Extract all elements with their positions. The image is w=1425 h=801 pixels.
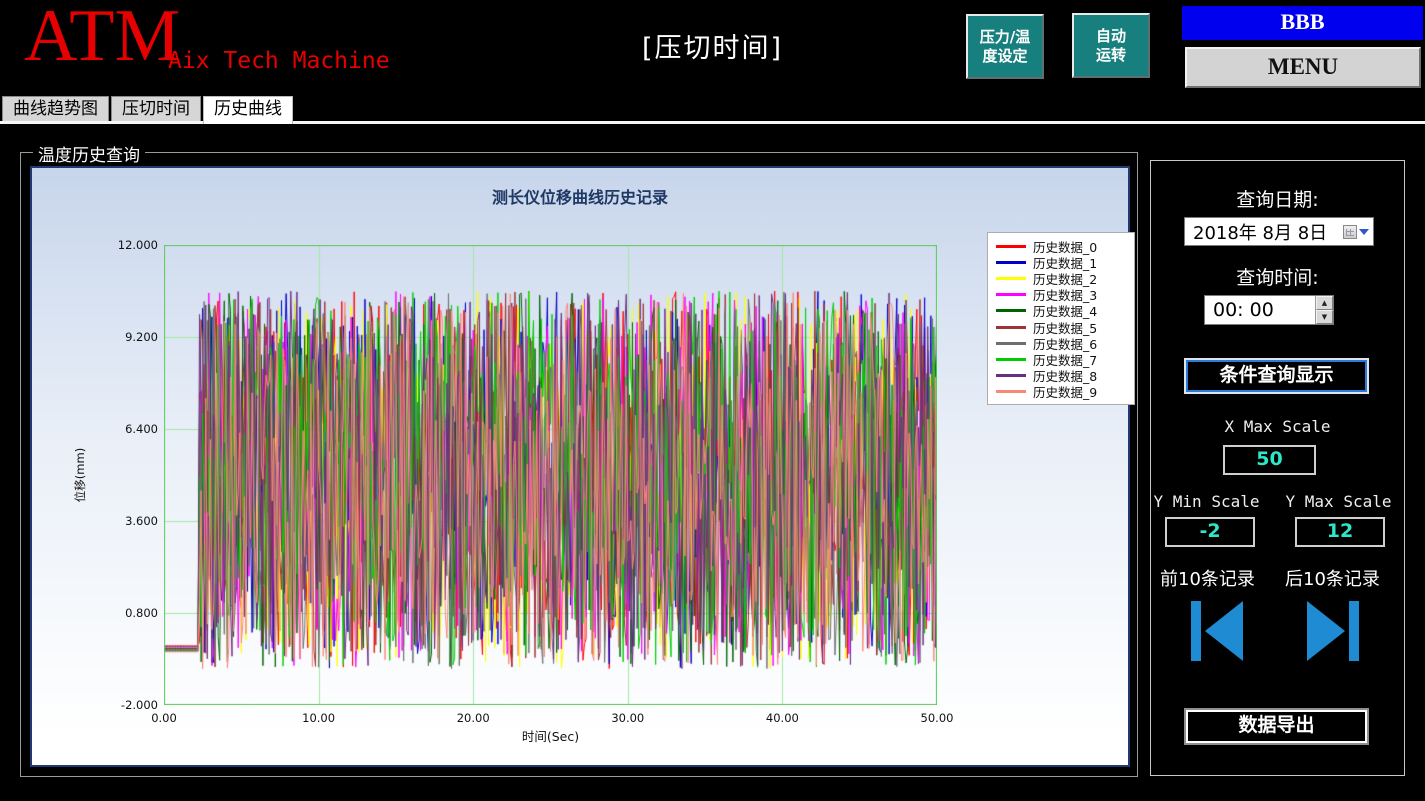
chart-title: 测长仪位移曲线历史记录 (491, 188, 668, 207)
date-value: 2018年 8月 8日 (1193, 222, 1328, 244)
auto-run-line2: 运转 (1095, 45, 1126, 64)
time-spinner: ▲ ▼ (1315, 296, 1333, 324)
calendar-icon (1343, 224, 1357, 239)
x-tick-label: 40.00 (765, 711, 799, 725)
legend-item: 历史数据_5 (996, 319, 1128, 336)
legend-item: 历史数据_6 (996, 335, 1128, 352)
next-records-label: 后10条记录 (1285, 569, 1380, 590)
x-max-scale-label: X Max Scale (1224, 417, 1331, 436)
tab-2[interactable]: 历史曲线 (203, 96, 293, 124)
legend-item: 历史数据_0 (996, 238, 1128, 255)
next-records-button[interactable] (1301, 599, 1363, 663)
legend-line-swatch (996, 276, 1026, 280)
legend-line-swatch (996, 341, 1026, 345)
calendar-dropdown-icon[interactable] (1359, 228, 1369, 235)
y-axis-label: 位移(mm) (73, 447, 87, 503)
x-tick-label: 0.00 (151, 711, 177, 725)
y-min-scale-field[interactable]: -2 (1165, 517, 1255, 547)
data-export-button[interactable]: 数据导出 (1184, 708, 1369, 745)
groupbox-title: 温度历史查询 (33, 141, 145, 166)
legend-line-swatch (996, 325, 1026, 329)
auto-run-line1: 自动 (1095, 26, 1126, 45)
x-tick-label: 20.00 (456, 711, 490, 725)
screen: ATM Aix Tech Machine [压切时间] 压力/温 度设定 自动 … (0, 0, 1425, 801)
chart-panel: 测长仪位移曲线历史记录 12.000 9.200 6.400 3.600 0.800 -2… (30, 166, 1135, 767)
pressure-temp-settings-button[interactable]: 压力/温 度设定 (966, 14, 1044, 79)
y-tick-label: 9.200 (125, 330, 158, 344)
y-tick-label: -2.000 (120, 698, 158, 712)
y-tick-label: 0.800 (125, 606, 158, 620)
query-side-panel: 查询日期: 2018年 8月 8日 查询时间: 00: 00 ▲ ▼ 条件查询显… (1150, 160, 1405, 776)
prev-records-label: 前10条记录 (1160, 569, 1255, 590)
tab-bar: 曲线趋势图 压切时间 历史曲线 (2, 96, 295, 124)
query-date-label: 查询日期: (1236, 189, 1319, 211)
auto-run-button[interactable]: 自动 运转 (1072, 13, 1150, 78)
x-tick-label: 30.00 (611, 711, 645, 725)
prev-records-button[interactable] (1187, 599, 1249, 663)
y-tick-label: 3.600 (125, 514, 158, 528)
menu-button[interactable]: MENU (1185, 47, 1421, 88)
y-max-scale-label: Y Max Scale (1285, 492, 1392, 511)
legend-item: 历史数据_7 (996, 351, 1128, 368)
spinner-up-button[interactable]: ▲ (1316, 296, 1333, 310)
legend-line-swatch (996, 357, 1026, 361)
y-tick-label: 12.000 (117, 238, 158, 252)
query-time-label: 查询时间: (1236, 267, 1319, 289)
legend-item: 历史数据_9 (996, 384, 1128, 400)
x-tick-label: 10.00 (302, 711, 336, 725)
legend-line-swatch (996, 244, 1026, 248)
spinner-down-button[interactable]: ▼ (1316, 310, 1333, 324)
down-arrow-icon: ▼ (1321, 312, 1328, 321)
skip-next-icon (1307, 601, 1359, 661)
legend-line-swatch (996, 390, 1026, 394)
chart-legend: 历史数据_0 历史数据_1 历史数据_2 历史数据_3 历史数据_4 历史数据_5 历史数据… (987, 232, 1135, 405)
x-max-scale-field[interactable]: 50 (1223, 445, 1316, 475)
date-picker[interactable]: 2018年 8月 8日 (1184, 217, 1374, 246)
time-value: 00: 00 (1213, 299, 1274, 321)
pressure-temp-line1: 压力/温 (979, 27, 1031, 46)
tab-1[interactable]: 压切时间 (111, 96, 201, 122)
legend-item: 历史数据_3 (996, 287, 1128, 303)
legend-line-swatch (996, 374, 1026, 378)
x-axis-label: 时间(Sec) (521, 729, 580, 744)
legend-label: 历史数据_9 (1033, 385, 1098, 401)
y-tick-label: 6.400 (125, 422, 158, 436)
y-max-scale-field[interactable]: 12 (1295, 517, 1385, 547)
legend-item: 历史数据_8 (996, 368, 1128, 384)
legend-line-swatch (996, 309, 1026, 313)
legend-item: 历史数据_1 (996, 254, 1128, 271)
legend-line-swatch (996, 293, 1026, 297)
x-tick-label: 50.00 (920, 711, 954, 725)
chart-canvas (164, 245, 937, 705)
legend-item: 历史数据_2 (996, 270, 1128, 287)
skip-previous-icon (1191, 601, 1243, 661)
conditional-query-button[interactable]: 条件查询显示 (1184, 358, 1369, 394)
status-banner: BBB (1182, 6, 1423, 40)
legend-line-swatch (996, 260, 1026, 264)
time-picker[interactable]: 00: 00 ▲ ▼ (1204, 295, 1334, 325)
tab-0[interactable]: 曲线趋势图 (2, 96, 109, 122)
pressure-temp-line2: 度设定 (982, 46, 1028, 65)
legend-item: 历史数据_4 (996, 303, 1128, 319)
up-arrow-icon: ▲ (1321, 298, 1328, 307)
